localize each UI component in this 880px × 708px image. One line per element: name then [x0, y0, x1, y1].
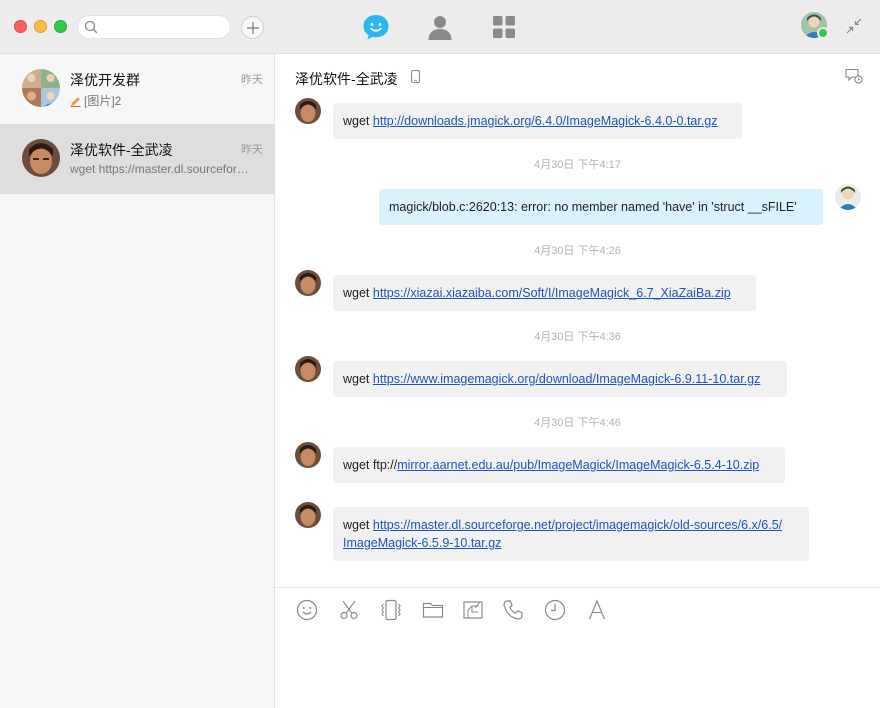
image-edit-icon[interactable]	[462, 599, 484, 621]
chat-header: 泽优软件-全武凌	[275, 54, 880, 98]
mobile-device-icon	[411, 70, 420, 83]
conversation-name: 泽优开发群	[70, 72, 140, 88]
my-avatar-image	[835, 184, 861, 210]
clock-icon[interactable]	[544, 599, 566, 621]
message-link[interactable]: https://xiazai.xiazaiba.com/Soft/I/Image…	[373, 286, 731, 300]
my-message-avatar[interactable]	[835, 184, 861, 210]
conversation-preview-text: [图片]2	[84, 94, 122, 108]
message-link[interactable]: mirror.aarnet.edu.au/pub/ImageMagick/Ima…	[397, 458, 759, 472]
chat-title: 泽优软件-全武凌	[295, 71, 398, 87]
contact-avatar	[22, 139, 60, 177]
minimize-window-button[interactable]	[34, 20, 47, 33]
chat-history-icon[interactable]	[845, 68, 863, 84]
shrink-arrows-icon[interactable]	[846, 18, 862, 34]
sender-avatar-image	[295, 442, 321, 468]
message-text: wget	[343, 372, 373, 386]
draft-pencil-icon	[70, 97, 81, 107]
message-timestamp: 4月30日 下午4:36	[534, 331, 621, 343]
title-bar	[0, 0, 880, 54]
maximize-window-button[interactable]	[54, 20, 67, 33]
conversation-preview: [图片]2	[70, 92, 250, 109]
add-button[interactable]	[241, 16, 264, 39]
message-timestamp: 4月30日 下午4:17	[534, 159, 621, 171]
apps-grid-icon[interactable]	[490, 13, 518, 41]
message-timestamp: 4月30日 下午4:46	[534, 417, 621, 429]
sender-avatar-image	[295, 356, 321, 382]
chat-bubble-icon[interactable]	[362, 13, 390, 41]
search-input[interactable]	[77, 15, 231, 39]
sender-avatar-image	[295, 270, 321, 296]
message-bubble: wget https://xiazai.xiazaiba.com/Soft/I/…	[333, 275, 756, 311]
phone-icon[interactable]	[502, 599, 524, 621]
online-status-dot	[817, 27, 829, 39]
message-bubble: wget ftp://mirror.aarnet.edu.au/pub/Imag…	[333, 447, 785, 483]
message-text: wget ftp://	[343, 458, 398, 472]
vibrate-icon[interactable]	[380, 599, 402, 621]
message-bubble: wget https://www.imagemagick.org/downloa…	[333, 361, 787, 397]
scissors-icon[interactable]	[338, 599, 360, 621]
message-bubble-sent: magick/blob.c:2620:13: error: no member …	[379, 189, 823, 225]
folder-icon[interactable]	[422, 599, 444, 621]
message-timestamp: 4月30日 下午4:26	[534, 245, 621, 257]
sender-avatar[interactable]	[295, 356, 321, 382]
message-bubble: wget https://master.dl.sourceforge.net/p…	[333, 507, 809, 561]
sender-avatar[interactable]	[295, 98, 321, 124]
conversation-time: 昨天	[241, 74, 263, 86]
message-text: magick/blob.c:2620:13: error: no member …	[389, 200, 797, 214]
emoji-icon[interactable]	[296, 599, 318, 621]
sender-avatar-image	[295, 98, 321, 124]
conversation-name: 泽优软件-全武凌	[70, 142, 173, 158]
conversation-list: 泽优开发群 昨天 [图片]2 泽优软件-全武凌 昨天 wget https://…	[0, 54, 275, 708]
search-icon	[84, 20, 98, 34]
close-window-button[interactable]	[14, 20, 27, 33]
group-avatar-image	[22, 69, 60, 107]
sender-avatar[interactable]	[295, 502, 321, 528]
group-avatar	[22, 69, 60, 107]
message-bubble: wget http://downloads.jmagick.org/6.4.0/…	[333, 103, 742, 139]
message-link[interactable]: https://master.dl.sourceforge.net/projec…	[373, 518, 782, 532]
contact-avatar-image	[22, 139, 60, 177]
sender-avatar-image	[295, 502, 321, 528]
contacts-icon[interactable]	[426, 13, 454, 41]
sender-avatar[interactable]	[295, 270, 321, 296]
conversation-preview: wget https://master.dl.sourceforge.net/p…	[70, 162, 250, 176]
sender-avatar[interactable]	[295, 442, 321, 468]
conversation-time: 昨天	[241, 144, 263, 156]
composer-divider	[275, 587, 880, 588]
message-text: wget	[343, 114, 373, 128]
message-link[interactable]: https://www.imagemagick.org/download/Ima…	[373, 372, 760, 386]
message-text: wget	[343, 286, 373, 300]
conversation-item-group[interactable]: 泽优开发群 昨天 [图片]2	[0, 54, 274, 124]
message-link[interactable]: http://downloads.jmagick.org/6.4.0/Image…	[373, 114, 718, 128]
message-text: wget	[343, 518, 373, 532]
font-icon[interactable]	[586, 599, 608, 621]
message-link-continued[interactable]: ImageMagick-6.5.9-10.tar.gz	[343, 536, 501, 550]
conversation-item-direct[interactable]: 泽优软件-全武凌 昨天 wget https://master.dl.sourc…	[0, 124, 274, 194]
plus-icon	[247, 22, 259, 34]
